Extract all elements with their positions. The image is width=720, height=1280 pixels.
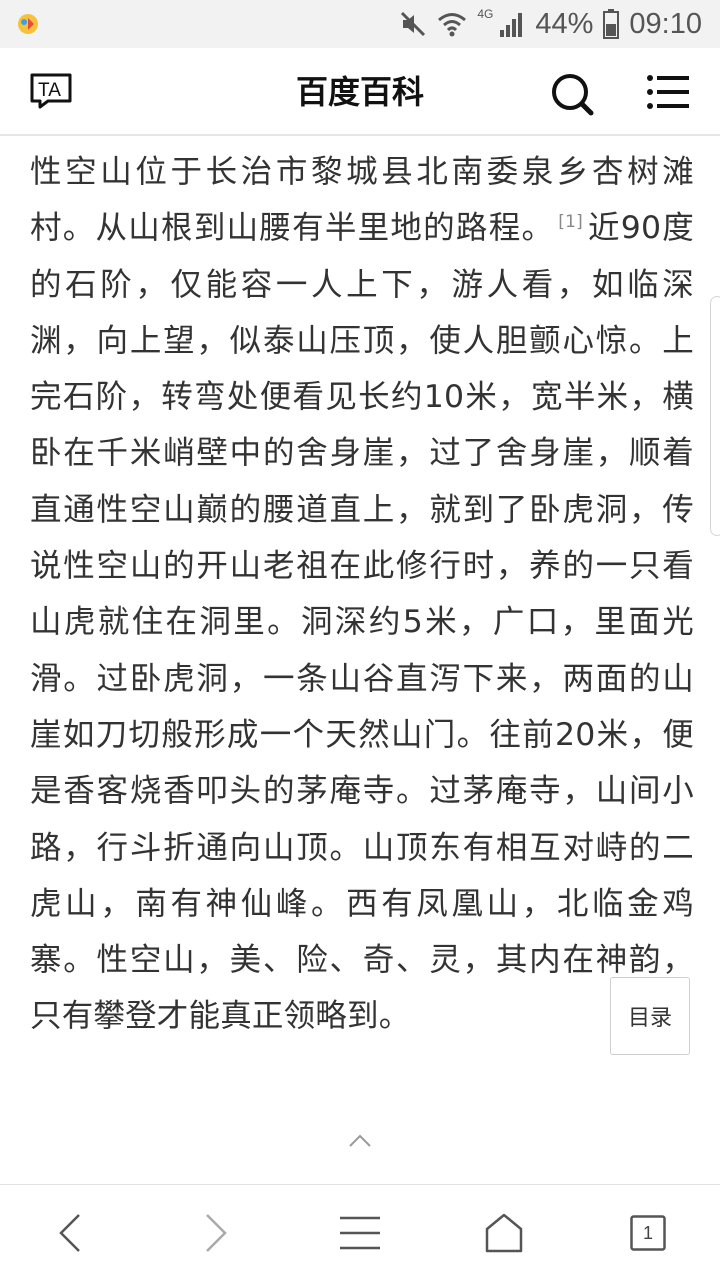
back-button[interactable] xyxy=(30,1185,110,1280)
signal-icon xyxy=(500,13,523,37)
page-title: 百度百科 xyxy=(295,73,424,111)
battery-percent: 44% xyxy=(535,7,594,40)
text-size-icon[interactable]: TA xyxy=(30,73,76,109)
app-notification-icon xyxy=(18,14,38,34)
menu-icon xyxy=(340,1216,380,1250)
app-header: TA 百度百科 xyxy=(0,48,720,136)
menu-icon[interactable] xyxy=(646,74,690,110)
battery-icon xyxy=(603,9,620,39)
article-content: 性空山位于长治市黎城县北南委泉乡杏树滩村。从山根到山腰有半里地的路程。 [1] 近9… xyxy=(30,144,694,1104)
home-button[interactable] xyxy=(464,1185,544,1280)
clock: 09:10 xyxy=(629,7,702,40)
status-bar: 4G 44% 09:10 xyxy=(0,0,720,48)
bottom-navigation-bar: 1 xyxy=(0,1184,720,1280)
text-size-icon-label: TA xyxy=(38,80,61,101)
toc-button[interactable]: 目录 xyxy=(610,977,690,1055)
chevron-up-icon[interactable] xyxy=(349,1133,371,1147)
browser-menu-button[interactable] xyxy=(320,1185,400,1280)
wifi-icon xyxy=(438,13,467,37)
home-icon xyxy=(485,1213,523,1253)
tab-count: 1 xyxy=(642,1222,653,1243)
mute-icon xyxy=(401,11,426,37)
side-drawer-handle[interactable] xyxy=(710,296,720,536)
network-type: 4G xyxy=(477,7,494,21)
article-paragraph: 性空山位于长治市黎城县北南委泉乡杏树滩村。从山根到山腰有半里地的路程。 [1] 近9… xyxy=(30,144,694,1045)
reference-link[interactable]: [1] xyxy=(558,212,583,232)
search-icon[interactable] xyxy=(550,72,594,116)
forward-icon xyxy=(206,1214,227,1252)
back-icon xyxy=(59,1214,80,1252)
forward-button[interactable] xyxy=(176,1185,256,1280)
tabs-button[interactable]: 1 xyxy=(608,1185,688,1280)
article-text-part2: 近90度的石阶，仅能容一人上下，游人看，如临深渊，向上望，似泰山压顶，使人胆颤心… xyxy=(30,210,694,1035)
